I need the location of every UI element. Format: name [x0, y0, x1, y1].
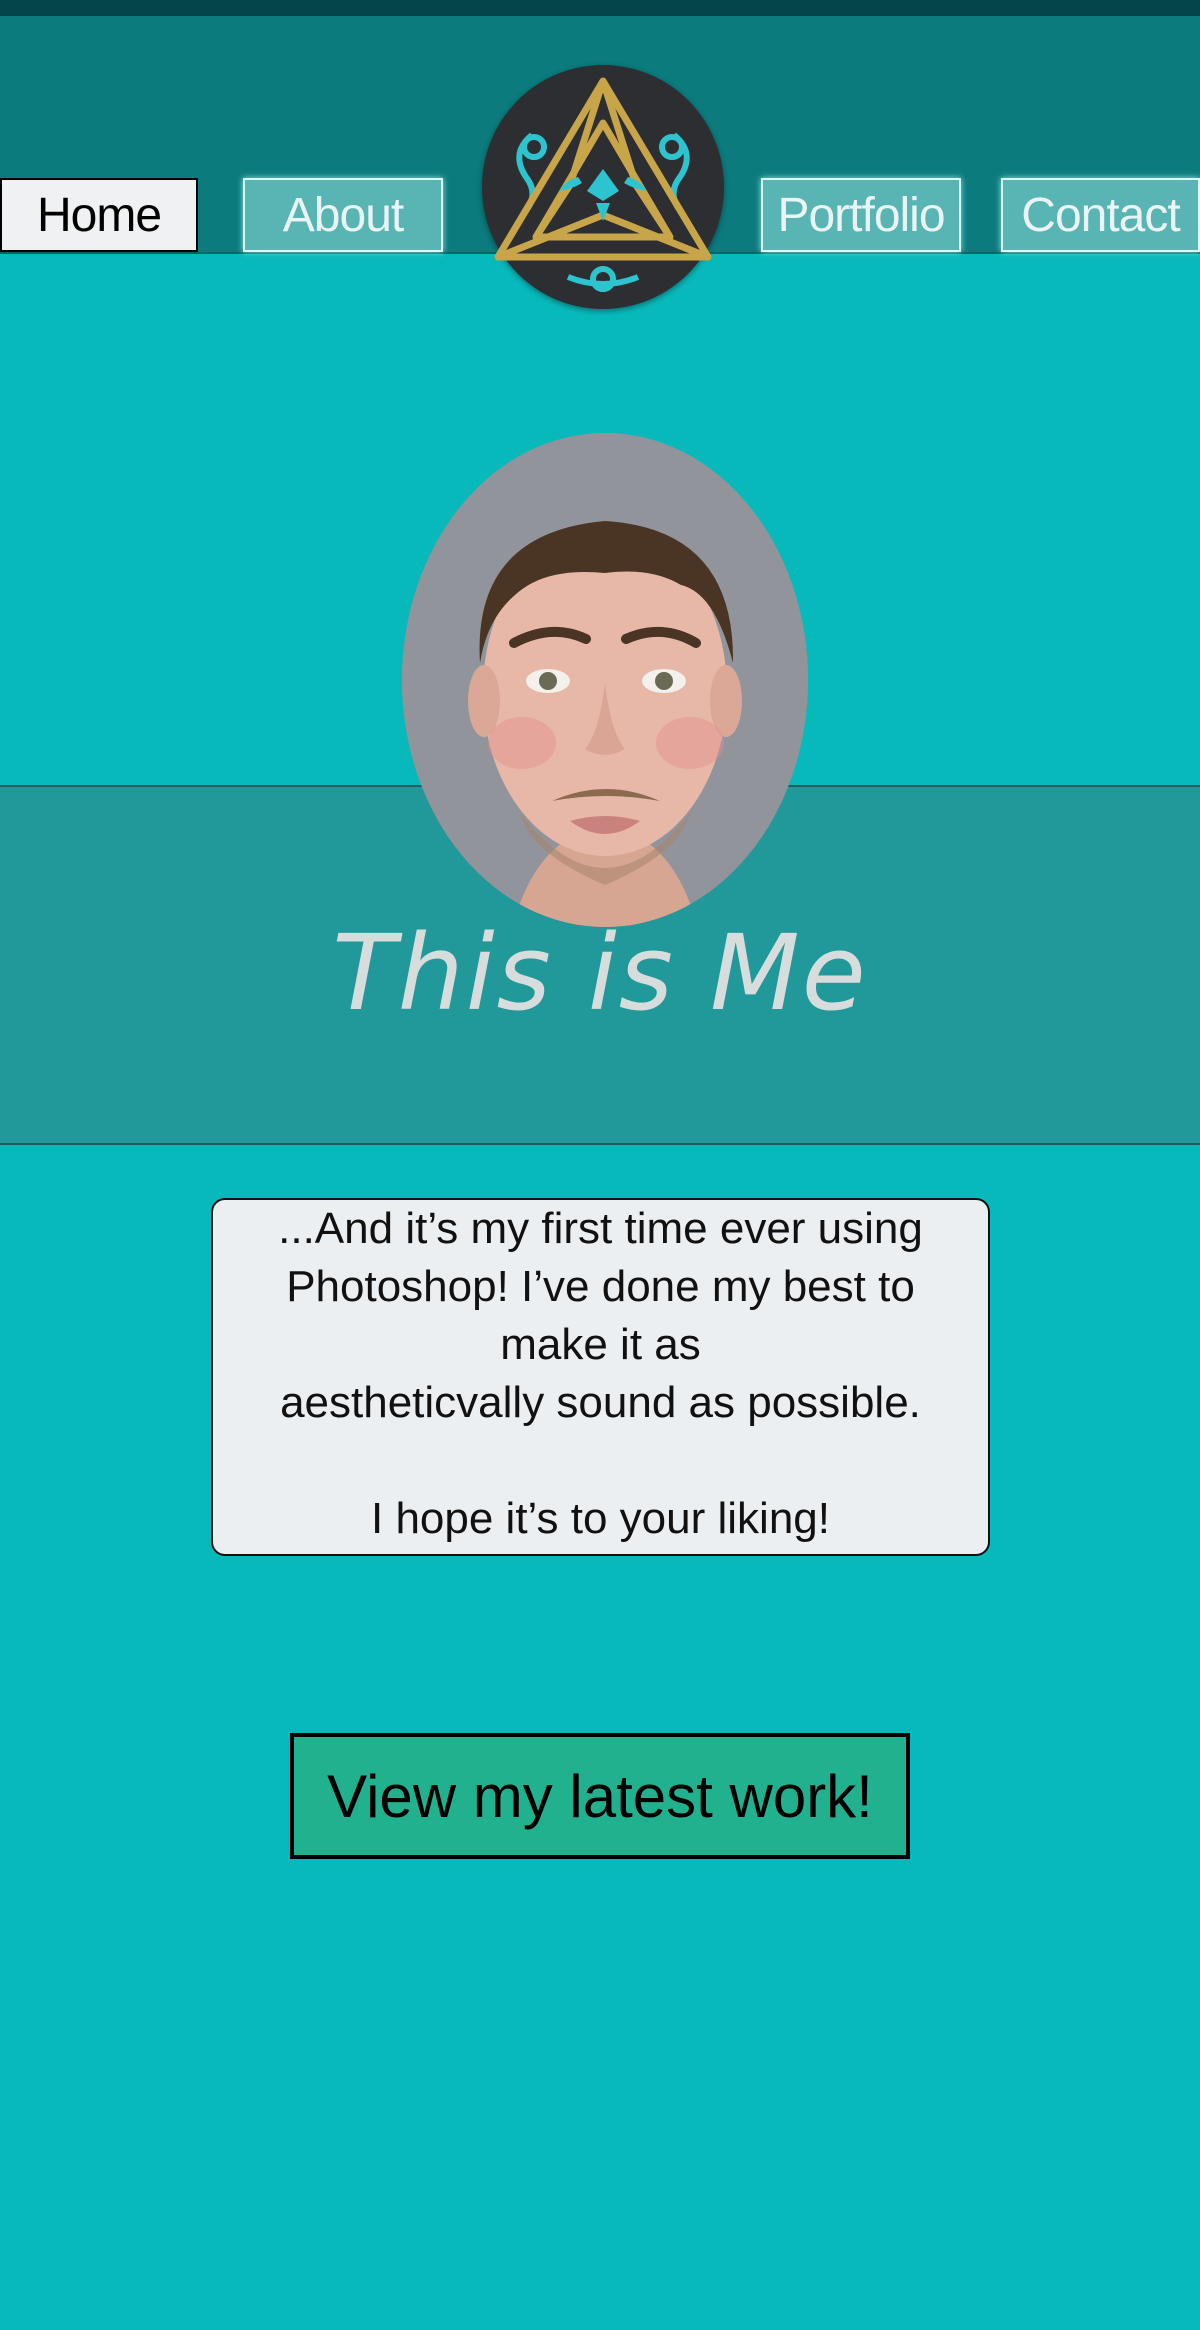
nav-portfolio-button[interactable]: Portfolio	[761, 178, 961, 252]
view-latest-work-button[interactable]: View my latest work!	[290, 1733, 910, 1859]
intro-text-box: ...And it’s my first time ever using Pho…	[211, 1198, 990, 1556]
site-logo[interactable]	[482, 65, 724, 309]
nav-contact-button[interactable]: Contact	[1001, 178, 1200, 252]
celtic-triforce-icon	[494, 77, 712, 292]
intro-line: Photoshop! I’ve done my best to	[286, 1262, 915, 1311]
intro-line: aestheticvally sound as possible.	[280, 1378, 921, 1427]
intro-line: ...And it’s my first time ever using	[278, 1204, 923, 1253]
intro-spacer	[227, 1432, 974, 1490]
hero-title: This is Me	[332, 912, 868, 1034]
top-strip	[0, 0, 1200, 16]
nav-home-button[interactable]: Home	[0, 178, 198, 252]
nav-about-button[interactable]: About	[243, 178, 443, 252]
intro-line: make it as	[500, 1320, 701, 1369]
intro-line: I hope it’s to your liking!	[371, 1494, 830, 1543]
portrait-photo	[402, 433, 808, 927]
